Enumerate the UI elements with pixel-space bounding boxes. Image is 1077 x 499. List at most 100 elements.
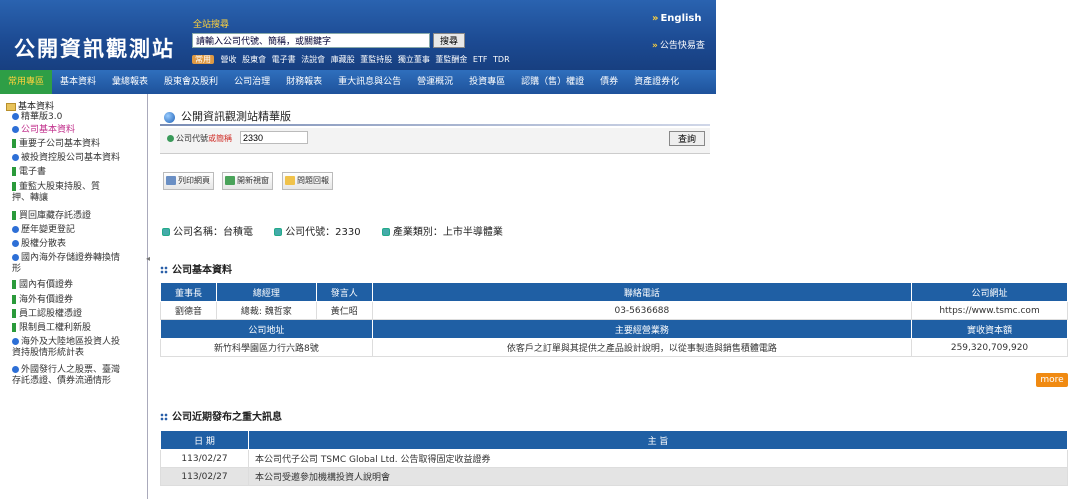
more-button[interactable]: more — [1036, 373, 1068, 387]
nav-item[interactable]: 認購（售）權證 — [513, 70, 592, 94]
table-cell: 259,320,709,920 — [911, 338, 1068, 357]
site-search-button[interactable]: 搜尋 — [433, 33, 465, 48]
news-date: 113/02/27 — [160, 449, 249, 468]
bullet-icon — [381, 228, 390, 236]
check-window-icon — [225, 176, 235, 185]
news-subject[interactable]: 本公司代子公司 TSMC Global Ltd. 公告取得固定收益證券 — [248, 449, 1068, 468]
quick-link[interactable]: ETF — [473, 55, 488, 64]
quick-link[interactable]: 營收 — [221, 55, 237, 64]
nav-item[interactable]: 常用專區 — [0, 70, 53, 94]
table-cell: 依客戶之訂單與其提供之產品設計說明，以從事製造與銷售積體電路 — [371, 338, 913, 357]
print-button[interactable]: 列印網頁 — [163, 172, 214, 190]
leaf-icon — [12, 211, 16, 220]
sidebar-item[interactable]: 被投資控股公司基本資料 — [12, 153, 142, 164]
company-industry-text: 產業類別：上市半導體業 — [392, 227, 503, 238]
sidebar-item[interactable]: 精華版3.0 — [12, 112, 142, 123]
table-row[interactable]: 113/02/27 本公司受邀參加機構投資人說明會 — [160, 467, 1068, 486]
basic-section-title-label: 公司基本資料 — [172, 265, 232, 276]
print-button-label: 列印網頁 — [178, 176, 210, 185]
nav-item[interactable]: 基本資料 — [52, 70, 104, 94]
sidebar-item-label: 國內有價證券 — [19, 280, 74, 290]
quick-link[interactable]: TDR — [493, 55, 510, 64]
leaf-icon — [12, 139, 16, 148]
news-section-title: 公司近期發布之重大訊息 — [160, 408, 282, 423]
sidebar-item[interactable]: 海外有價證券 — [12, 295, 142, 306]
quick-link[interactable]: 董監酬金 — [435, 55, 467, 64]
table-header: 主 旨 — [248, 430, 1068, 450]
table-header: 董事長 — [160, 282, 217, 302]
bullet-icon — [12, 126, 19, 133]
report-issue-button[interactable]: 問題回報 — [282, 172, 333, 190]
company-summary: 公司名稱：台積電 公司代號：2330 產業類別：上市半導體業 — [162, 223, 521, 238]
table-cell: 黃仁昭 — [315, 301, 373, 320]
grid-dots-icon — [160, 266, 168, 274]
sidebar-item-label: 員工認股權憑證 — [19, 309, 83, 319]
sidebar-item[interactable]: 國內海外存儲證券轉換情形 — [12, 253, 124, 275]
bullet-icon — [12, 240, 19, 247]
quick-link[interactable]: 董監持股 — [360, 55, 392, 64]
quick-report-link-label: 公告快易查 — [659, 41, 705, 51]
news-date: 113/02/27 — [160, 467, 249, 486]
quick-link[interactable]: 庫藏股 — [331, 55, 355, 64]
sidebar-item-label: 被投資控股公司基本資料 — [21, 153, 121, 163]
query-button[interactable]: 查詢 — [669, 131, 705, 146]
table-header: 實收資本額 — [911, 319, 1068, 339]
table-header: 主要經營業務 — [371, 319, 913, 339]
sidebar-item-label: 外國發行人之股票、臺灣存託憑證、債券流通情形 — [12, 365, 121, 386]
site-logo[interactable]: 公開資訊觀測站 — [14, 33, 175, 63]
envelope-icon — [285, 176, 295, 185]
quick-link[interactable]: 股東會 — [242, 55, 266, 64]
sidebar-item[interactable]: 限制員工權利新股 — [12, 323, 142, 334]
sidebar-item[interactable]: 電子書 — [12, 167, 142, 178]
sidebar-item-active[interactable]: 公司基本資料 — [12, 125, 142, 136]
site-search-input[interactable] — [192, 33, 430, 48]
nav-item[interactable]: 財務報表 — [278, 70, 330, 94]
quick-link[interactable]: 法說會 — [301, 55, 325, 64]
table-cell: 劉德音 — [160, 301, 217, 320]
sidebar-title[interactable]: 基本資料 — [6, 99, 54, 112]
nav-item[interactable]: 投資專區 — [461, 70, 513, 94]
quick-links-tag: 常用 — [192, 55, 214, 64]
nav-item[interactable]: 股東會及股利 — [156, 70, 226, 94]
sidebar-collapse-handle[interactable]: ◂ — [146, 254, 152, 270]
bullet-icon — [12, 338, 19, 345]
nav-item[interactable]: 資產證券化 — [626, 70, 687, 94]
quick-report-link[interactable]: » 公告快易查 — [652, 38, 705, 51]
report-issue-button-label: 問題回報 — [297, 176, 329, 185]
nav-item[interactable]: 重大訊息與公告 — [330, 70, 409, 94]
news-table: 日 期 主 旨 113/02/27 本公司代子公司 TSMC Global Lt… — [160, 430, 1068, 486]
nav-item[interactable]: 彙總報表 — [104, 70, 156, 94]
table-cell: 總裁: 魏哲家 — [215, 301, 317, 320]
table-row: 新竹科學園區力行六路8號 依客戶之訂單與其提供之產品設計說明，以從事製造與銷售積… — [160, 338, 1068, 357]
sidebar-item[interactable]: 買回庫藏存託憑證 — [12, 211, 142, 222]
company-name-text: 公司名稱：台積電 — [173, 227, 253, 238]
quick-link[interactable]: 電子書 — [272, 55, 296, 64]
sidebar-item[interactable]: 國內有價證券 — [12, 280, 142, 291]
query-label-suffix: 或簡稱 — [208, 134, 232, 143]
sidebar-item[interactable]: 重要子公司基本資料 — [12, 139, 142, 150]
sidebar-item[interactable]: 歷年變更登記 — [12, 225, 142, 236]
company-name: 公司名稱：台積電 — [162, 227, 253, 238]
table-row[interactable]: 113/02/27 本公司代子公司 TSMC Global Ltd. 公告取得固… — [160, 449, 1068, 468]
nav-item[interactable]: 公司治理 — [226, 70, 278, 94]
sidebar-item[interactable]: 董監大股東持股、質押、轉讓 — [12, 182, 116, 204]
new-window-button[interactable]: 開新視窗 — [222, 172, 273, 190]
nav-item[interactable]: 營運概況 — [409, 70, 461, 94]
quick-link[interactable]: 獨立董事 — [398, 55, 430, 64]
sidebar-item[interactable]: 外國發行人之股票、臺灣存託憑證、債券流通情形 — [12, 365, 120, 387]
page-title-label: 公開資訊觀測站精華版 — [181, 110, 291, 123]
sidebar-item-label: 重要子公司基本資料 — [19, 139, 101, 149]
bullet-icon — [167, 135, 174, 142]
company-code-input[interactable] — [240, 131, 308, 144]
english-link[interactable]: » English — [652, 13, 702, 24]
leaf-icon — [12, 309, 16, 318]
nav-item[interactable]: 債券 — [592, 70, 626, 94]
sidebar-item[interactable]: 股權分散表 — [12, 239, 142, 250]
website-link[interactable]: https://www.tsmc.com — [911, 301, 1068, 320]
sidebar-item[interactable]: 海外及大陸地區投資人投資持股情形統計表 — [12, 337, 124, 359]
basic-info-table: 董事長 總經理 發言人 聯絡電話 公司網址 劉德音 總裁: 魏哲家 黃仁昭 03… — [160, 282, 1068, 357]
sidebar-item[interactable]: 員工認股權憑證 — [12, 309, 142, 320]
news-subject[interactable]: 本公司受邀參加機構投資人說明會 — [248, 467, 1068, 486]
sidebar-item-label: 海外及大陸地區投資人投資持股情形統計表 — [12, 337, 121, 358]
bullet-icon — [12, 113, 19, 120]
